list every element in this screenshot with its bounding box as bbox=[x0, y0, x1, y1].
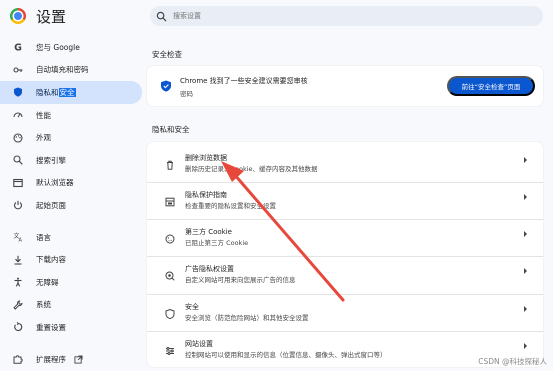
row-title: 网站设置 bbox=[185, 340, 213, 348]
key-icon bbox=[12, 64, 24, 76]
chrome-logo-icon bbox=[10, 8, 26, 24]
google-icon: G bbox=[12, 41, 24, 53]
chevron-right-icon bbox=[524, 343, 527, 349]
privacy-guide-icon bbox=[165, 192, 175, 207]
sidebar-item-you-and-google[interactable]: G 您与 Google bbox=[0, 36, 142, 59]
sidebar-item-autofill[interactable]: 自动填充和密码 bbox=[0, 59, 142, 82]
trash-icon bbox=[165, 155, 175, 170]
row-title: 第三方 Cookie bbox=[185, 228, 232, 236]
sidebar-item-label: 自动填充和密码 bbox=[36, 65, 89, 75]
go-to-safety-check-button[interactable]: 前往“安全检查”页面 bbox=[447, 76, 535, 96]
sidebar-item-label: 隐私和安全 bbox=[36, 87, 76, 97]
safety-check-title: Chrome 找到了一些安全建议需要您审核 bbox=[180, 77, 308, 85]
row-ad-privacy[interactable]: 广告隐私权设置 自定义网站可用来向您展示广告的信息 bbox=[147, 256, 543, 286]
safety-check-card: Chrome 找到了一些安全建议需要您审核 密码 前往“安全检查”页面 bbox=[147, 66, 543, 106]
svg-text:G: G bbox=[14, 43, 22, 53]
translate-icon: 文A bbox=[12, 231, 24, 243]
sidebar-item-label: 重置设置 bbox=[36, 322, 66, 332]
reset-icon bbox=[12, 321, 24, 333]
row-subtitle: 安全浏览（防范危险网站）和其他安全设置 bbox=[185, 314, 309, 322]
chevron-right-icon bbox=[524, 157, 527, 163]
search-highlight: 安全 bbox=[58, 87, 76, 97]
accessibility-icon bbox=[12, 276, 24, 288]
search-icon bbox=[12, 154, 24, 166]
sidebar-item-label: 下载内容 bbox=[36, 255, 66, 265]
chevron-right-icon bbox=[524, 231, 527, 237]
safety-check-subtitle: 密码 bbox=[180, 90, 193, 98]
svg-text:A: A bbox=[19, 238, 23, 243]
row-third-party-cookies[interactable]: 第三方 Cookie 已阻止第三方 Cookie bbox=[147, 219, 543, 249]
row-subtitle: 已阻止第三方 Cookie bbox=[185, 239, 249, 247]
row-subtitle: 删除历史记录、Cookie、缓存内容及其他数据 bbox=[185, 165, 318, 173]
section-title-privacy-security: 隐私和安全 bbox=[152, 125, 190, 134]
row-title: 安全 bbox=[185, 303, 199, 311]
search-input[interactable] bbox=[173, 12, 513, 20]
sliders-icon bbox=[165, 341, 175, 355]
search-box[interactable] bbox=[150, 6, 543, 26]
sidebar-item-extensions[interactable]: 扩展程序 bbox=[0, 348, 142, 371]
palette-icon bbox=[12, 132, 24, 144]
row-title: 隐私保护指南 bbox=[185, 191, 227, 199]
chevron-right-icon bbox=[524, 268, 527, 274]
shield-check-icon bbox=[161, 80, 171, 92]
row-subtitle: 控制网站可以使用和显示的信息（位置信息、摄像头、弹出式窗口等） bbox=[185, 351, 387, 359]
browser-icon bbox=[12, 177, 24, 189]
row-subtitle: 检查重要的隐私设置和安全设置 bbox=[185, 202, 276, 210]
section-title-safety-check: 安全检查 bbox=[152, 50, 182, 59]
sidebar-item-default-browser[interactable]: 默认浏览器 bbox=[0, 172, 142, 195]
sidebar-item-label: 无障碍 bbox=[36, 277, 59, 287]
row-title: 删除浏览数据 bbox=[185, 154, 227, 162]
sidebar-nav: G 您与 Google 自动填充和密码 隐私和安全 性能 外观 搜索引擎 默认浏… bbox=[0, 36, 142, 370]
extension-icon bbox=[12, 353, 24, 365]
speedometer-icon bbox=[12, 109, 24, 121]
sidebar-item-privacy-security[interactable]: 隐私和安全 bbox=[0, 81, 142, 104]
download-icon bbox=[12, 254, 24, 266]
sidebar-item-search-engine[interactable]: 搜索引擎 bbox=[0, 149, 142, 172]
sidebar-item-on-startup[interactable]: 起始页面 bbox=[0, 194, 142, 217]
search-icon bbox=[156, 11, 167, 22]
lock-shield-icon bbox=[165, 304, 175, 320]
sidebar-item-label: 性能 bbox=[36, 110, 51, 120]
row-subtitle: 自定义网站可用来向您展示广告的信息 bbox=[185, 276, 296, 284]
row-clear-browsing-data[interactable]: 删除浏览数据 删除历史记录、Cookie、缓存内容及其他数据 bbox=[147, 146, 543, 176]
sidebar-item-downloads[interactable]: 下载内容 bbox=[0, 248, 142, 271]
sidebar-item-label: 起始页面 bbox=[36, 200, 66, 210]
wrench-icon bbox=[12, 299, 24, 311]
power-icon bbox=[12, 199, 24, 211]
sidebar-item-system[interactable]: 系统 bbox=[0, 294, 142, 317]
row-security[interactable]: 安全 安全浏览（防范危险网站）和其他安全设置 bbox=[147, 294, 543, 324]
sidebar-item-appearance[interactable]: 外观 bbox=[0, 126, 142, 149]
sidebar-item-label: 扩展程序 bbox=[36, 354, 66, 364]
row-title: 广告隐私权设置 bbox=[185, 265, 234, 273]
header-bar: 设置 bbox=[0, 0, 553, 32]
sidebar-item-label: 搜索引擎 bbox=[36, 155, 66, 165]
ad-privacy-icon bbox=[165, 266, 175, 281]
page-title: 设置 bbox=[36, 8, 67, 26]
row-privacy-guide[interactable]: 隐私保护指南 检查重要的隐私设置和安全设置 bbox=[147, 182, 543, 212]
chevron-right-icon bbox=[524, 306, 527, 312]
sidebar-item-label: 外观 bbox=[36, 133, 51, 143]
sidebar-item-reset-settings[interactable]: 重置设置 bbox=[0, 316, 142, 339]
sidebar-item-label: 系统 bbox=[36, 300, 51, 310]
open-external-icon bbox=[74, 354, 83, 364]
privacy-security-card: 删除浏览数据 删除历史记录、Cookie、缓存内容及其他数据 隐私保护指南 检查… bbox=[147, 142, 543, 367]
cookie-icon bbox=[165, 229, 175, 244]
chevron-right-icon bbox=[524, 194, 527, 200]
sidebar-item-languages[interactable]: 文A 语言 bbox=[0, 226, 142, 249]
sidebar-item-label: 语言 bbox=[36, 232, 51, 242]
sidebar-item-performance[interactable]: 性能 bbox=[0, 104, 142, 127]
sidebar-item-label: 您与 Google bbox=[36, 42, 80, 52]
sidebar-item-accessibility[interactable]: 无障碍 bbox=[0, 271, 142, 294]
sidebar-item-label: 默认浏览器 bbox=[36, 178, 74, 188]
watermark: CSDN @科技探秘人 bbox=[478, 357, 547, 366]
shield-icon bbox=[12, 86, 24, 98]
